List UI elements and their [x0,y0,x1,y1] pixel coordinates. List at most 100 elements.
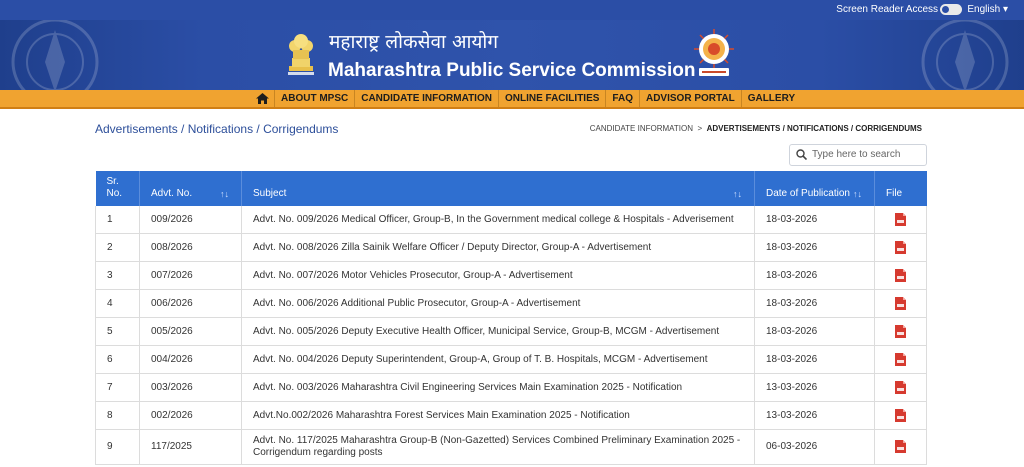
mpsc-seal-logo [694,29,734,76]
cell-subject: Advt. No. 007/2026 Motor Vehicles Prosec… [241,261,755,290]
cell-date: 18-03-2026 [754,261,875,290]
cell-sr-no: 1 [95,206,140,234]
cell-subject: Advt. No. 004/2026 Deputy Superintendent… [241,345,755,374]
cell-subject: Advt. No. 006/2026 Additional Public Pro… [241,289,755,318]
breadcrumb-current: ADVERTISEMENTS / NOTIFICATIONS / CORRIGE… [706,124,922,133]
emblem-watermark-right [921,20,1009,90]
nav-online-facilities[interactable]: ONLINE FACILITIES [497,90,605,107]
cell-sr-no: 7 [95,373,140,402]
cell-subject: Advt. No. 117/2025 Maharashtra Group-B (… [241,429,755,465]
table-row: 9 117/2025 Advt. No. 117/2025 Maharashtr… [95,429,927,465]
search-box [789,144,927,166]
pdf-icon[interactable] [895,408,906,422]
nav-about-mpsc[interactable]: ABOUT MPSC [274,90,354,107]
cell-date: 18-03-2026 [754,206,875,234]
cell-date: 13-03-2026 [754,401,875,430]
cell-sr-no: 6 [95,345,140,374]
table-row: 8 002/2026 Advt.No.002/2026 Maharashtra … [95,401,927,430]
top-utility-bar: Screen Reader Access English ▾ [0,0,1024,20]
commission-title-marathi: महाराष्ट्र लोकसेवा आयोग [329,31,499,53]
nav-advisor-portal[interactable]: ADVISOR PORTAL [638,90,741,107]
sort-icon[interactable]: ↑↓ [733,188,742,200]
cell-file [874,345,927,374]
cell-sr-no: 8 [95,401,140,430]
nav-candidate-information[interactable]: CANDIDATE INFORMATION [354,90,498,107]
table-header-row: Sr. No. Advt. No. ↑↓ Subject ↑↓ Date of Pu… [95,171,927,206]
cell-file [874,289,927,318]
breadcrumb: CANDIDATE INFORMATION > ADVERTISEMENTS /… [590,124,922,133]
sort-icon[interactable]: ↑↓ [220,188,229,200]
cell-sr-no: 4 [95,289,140,318]
cell-file [874,233,927,262]
header-banner: महाराष्ट्र लोकसेवा आयोग Maharashtra Publ… [0,20,1024,90]
cell-date: 18-03-2026 [754,289,875,318]
pdf-icon[interactable] [895,268,906,282]
table-row: 7 003/2026 Advt. No. 003/2026 Maharashtr… [95,373,927,402]
column-header-file: File [874,171,927,206]
column-header-date[interactable]: Date of Publication ↑↓ [754,171,875,206]
cell-advt-no: 008/2026 [139,233,242,262]
pdf-icon[interactable] [895,296,906,310]
cell-subject: Advt. No. 009/2026 Medical Officer, Grou… [241,206,755,234]
screen-reader-access-label: Screen Reader Access [836,4,938,15]
cell-sr-no: 3 [95,261,140,290]
table-row: 5 005/2026 Advt. No. 005/2026 Deputy Exe… [95,317,927,346]
cell-file [874,401,927,430]
pdf-icon[interactable] [895,324,906,338]
cell-file [874,373,927,402]
national-emblem-logo [288,34,314,75]
search-input[interactable] [812,147,920,161]
cell-advt-no: 004/2026 [139,345,242,374]
cell-advt-no: 002/2026 [139,401,242,430]
cell-date: 13-03-2026 [754,373,875,402]
home-icon[interactable] [250,90,274,107]
cell-date: 18-03-2026 [754,345,875,374]
advertisements-table: Sr. No. Advt. No. ↑↓ Subject ↑↓ Date of Pu… [95,171,927,465]
cell-sr-no: 9 [95,429,140,465]
nav-gallery[interactable]: GALLERY [740,90,801,107]
emblem-watermark-left [11,20,99,90]
commission-title-english: Maharashtra Public Service Commission [328,60,696,81]
page-title: Advertisements / Notifications / Corrige… [95,122,339,136]
table-row: 3 007/2026 Advt. No. 007/2026 Motor Vehi… [95,261,927,290]
cell-advt-no: 009/2026 [139,206,242,234]
search-icon [796,149,807,160]
cell-subject: Advt. No. 008/2026 Zilla Sainik Welfare … [241,233,755,262]
pdf-icon[interactable] [895,352,906,366]
table-row: 2 008/2026 Advt. No. 008/2026 Zilla Sain… [95,233,927,262]
table-row: 6 004/2026 Advt. No. 004/2026 Deputy Sup… [95,345,927,374]
pdf-icon[interactable] [895,380,906,394]
cell-date: 18-03-2026 [754,233,875,262]
nav-faq[interactable]: FAQ [605,90,639,107]
pdf-icon[interactable] [895,240,906,254]
cell-date: 06-03-2026 [754,429,875,465]
cell-sr-no: 2 [95,233,140,262]
screen-reader-toggle[interactable] [940,4,962,15]
cell-advt-no: 003/2026 [139,373,242,402]
cell-file [874,261,927,290]
language-select[interactable]: English ▾ [967,4,1008,15]
sort-icon[interactable]: ↑↓ [853,188,862,200]
cell-date: 18-03-2026 [754,317,875,346]
breadcrumb-parent[interactable]: CANDIDATE INFORMATION [590,124,693,133]
main-nav: ABOUT MPSC CANDIDATE INFORMATION ONLINE … [0,90,1024,109]
column-header-sr-no: Sr. No. [95,171,140,206]
column-header-subject[interactable]: Subject ↑↓ [241,171,755,206]
breadcrumb-separator: > [697,124,703,133]
cell-subject: Advt. No. 005/2026 Deputy Executive Heal… [241,317,755,346]
column-header-advt-no[interactable]: Advt. No. ↑↓ [139,171,242,206]
cell-sr-no: 5 [95,317,140,346]
cell-advt-no: 006/2026 [139,289,242,318]
cell-advt-no: 007/2026 [139,261,242,290]
cell-file [874,429,927,465]
cell-subject: Advt. No. 003/2026 Maharashtra Civil Eng… [241,373,755,402]
cell-file [874,317,927,346]
cell-advt-no: 117/2025 [139,429,242,465]
cell-file [874,206,927,234]
pdf-icon[interactable] [895,212,906,226]
table-row: 1 009/2026 Advt. No. 009/2026 Medical Of… [95,206,927,234]
cell-advt-no: 005/2026 [139,317,242,346]
table-row: 4 006/2026 Advt. No. 006/2026 Additional… [95,289,927,318]
pdf-icon[interactable] [895,440,906,454]
cell-subject: Advt.No.002/2026 Maharashtra Forest Serv… [241,401,755,430]
